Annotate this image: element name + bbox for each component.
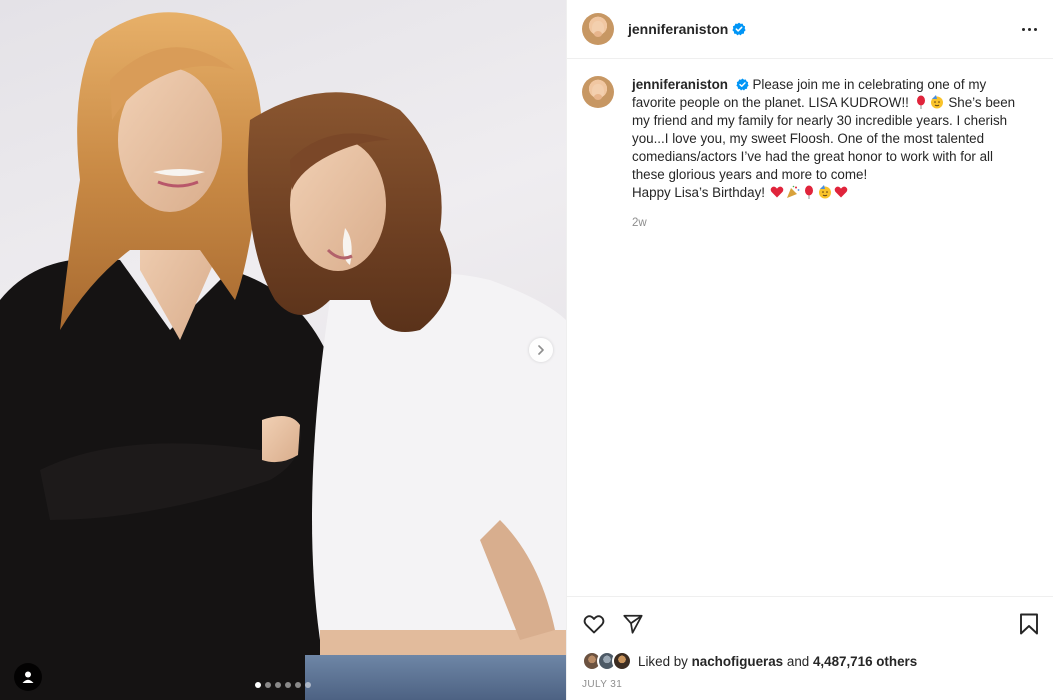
post-side-panel: jenniferaniston jenniferaniston Please j… xyxy=(566,0,1053,700)
user-tags-button[interactable] xyxy=(14,663,42,691)
carousel-dot xyxy=(275,682,281,688)
user-tag-icon xyxy=(22,671,34,683)
author-username[interactable]: jenniferaniston xyxy=(628,21,728,37)
party-face-emoji-icon xyxy=(930,95,943,109)
more-options-icon xyxy=(1022,27,1025,31)
red-heart-emoji-icon xyxy=(834,186,848,198)
caption-username[interactable]: jenniferaniston xyxy=(632,77,728,92)
balloon-emoji-icon xyxy=(916,95,925,109)
more-options-button[interactable] xyxy=(1022,27,1037,31)
post-actions: Liked by nachofigueras and 4,487,716 oth… xyxy=(567,596,1053,690)
liker-avatars[interactable] xyxy=(582,651,634,671)
caption: jenniferaniston Please join me in celebr… xyxy=(582,76,1037,232)
likes-summary: Liked by nachofigueras and 4,487,716 oth… xyxy=(582,651,1039,671)
verified-badge-icon xyxy=(732,22,746,36)
carousel-dot xyxy=(265,682,271,688)
carousel-dot xyxy=(285,682,291,688)
avatar xyxy=(612,651,632,671)
post-header: jenniferaniston xyxy=(567,0,1053,59)
carousel-dot xyxy=(305,682,311,688)
author-avatar[interactable] xyxy=(582,13,614,45)
carousel-next-button[interactable] xyxy=(529,338,553,362)
carousel-indicator xyxy=(255,682,311,688)
red-heart-emoji-icon xyxy=(770,186,784,198)
caption-timestamp[interactable]: 2w xyxy=(632,214,1032,232)
caption-author-avatar[interactable] xyxy=(582,76,614,108)
post-media[interactable] xyxy=(0,0,566,700)
comments-section: jenniferaniston Please join me in celebr… xyxy=(567,60,1053,596)
paper-plane-icon[interactable] xyxy=(622,613,644,635)
party-face-emoji-icon xyxy=(818,185,831,199)
party-popper-emoji-icon xyxy=(786,185,800,198)
chevron-right-icon xyxy=(538,345,544,355)
caption-text: jenniferaniston Please join me in celebr… xyxy=(632,76,1032,232)
carousel-dot xyxy=(295,682,301,688)
post-date[interactable]: JULY 31 xyxy=(582,679,1039,690)
verified-badge-icon xyxy=(736,78,749,91)
bookmark-icon[interactable] xyxy=(1019,613,1039,635)
likes-count[interactable]: 4,487,716 others xyxy=(813,654,917,669)
liker-username[interactable]: nachofigueras xyxy=(692,654,784,669)
balloon-emoji-icon xyxy=(804,185,813,199)
post-photo xyxy=(0,12,566,700)
likes-text: Liked by nachofigueras and 4,487,716 oth… xyxy=(638,653,918,669)
heart-outline-icon[interactable] xyxy=(582,612,606,636)
carousel-dot xyxy=(255,682,261,688)
